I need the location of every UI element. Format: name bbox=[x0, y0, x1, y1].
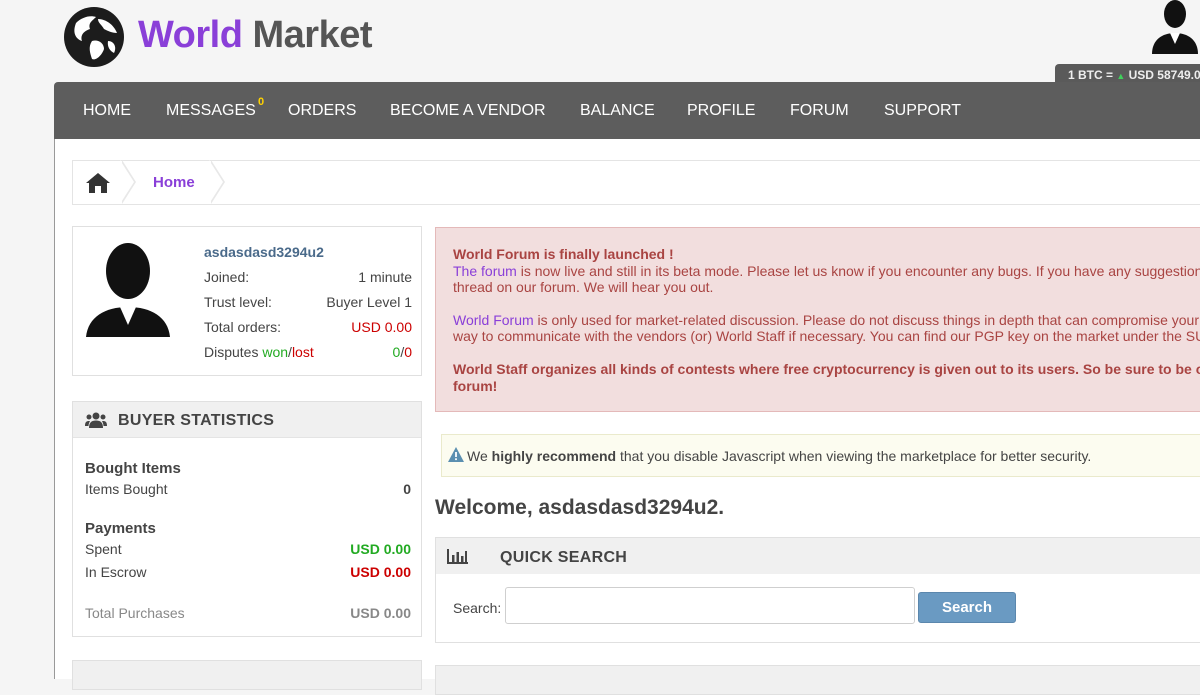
users-icon bbox=[85, 412, 107, 428]
alert-line-3: World Forum is only used for market-rela… bbox=[453, 312, 1200, 328]
world-forum-link[interactable]: World Forum bbox=[453, 312, 534, 328]
forum-announcement-alert: World Forum is finally launched ! The fo… bbox=[435, 227, 1200, 412]
total-purchases-label: Total Purchases bbox=[85, 605, 185, 621]
quick-search-panel: QUICK SEARCH Search: Search bbox=[435, 537, 1200, 643]
nav-support[interactable]: SUPPORT bbox=[884, 82, 961, 139]
alert-title: World Forum is finally launched ! bbox=[453, 246, 674, 262]
search-label: Search: bbox=[453, 600, 502, 616]
breadcrumb-separator bbox=[120, 160, 134, 204]
disputes-won-label: won bbox=[262, 344, 289, 360]
next-panel-header-right bbox=[435, 665, 1200, 695]
orders-value: USD 0.00 bbox=[351, 319, 412, 335]
items-bought-row: Items Bought 0 bbox=[85, 481, 411, 497]
spent-label: Spent bbox=[85, 541, 122, 557]
spent-value: USD 0.00 bbox=[350, 541, 411, 557]
next-panel-header bbox=[72, 660, 422, 690]
site-logo-text[interactable]: World Market bbox=[138, 14, 373, 57]
logo-word-market: Market bbox=[252, 14, 373, 56]
warning-text-pre: We bbox=[467, 448, 492, 464]
alert-line-4: way to communicate with the vendors (or)… bbox=[453, 328, 1200, 344]
profile-disputes-row: Disputes won/lost 0/0 bbox=[204, 344, 412, 360]
forum-link[interactable]: The forum bbox=[453, 263, 517, 279]
items-bought-label: Items Bought bbox=[85, 481, 168, 497]
profile-trust-row: Trust level: Buyer Level 1 bbox=[204, 294, 412, 310]
breadcrumb-separator bbox=[209, 160, 223, 204]
escrow-label: In Escrow bbox=[85, 564, 147, 580]
buyer-statistics-header: BUYER STATISTICS bbox=[73, 402, 421, 438]
quick-search-title: QUICK SEARCH bbox=[500, 549, 628, 566]
profile-avatar-icon bbox=[86, 243, 170, 337]
total-purchases-row: Total Purchases USD 0.00 bbox=[85, 605, 411, 621]
main-navbar: HOME MESSAGES 0 ORDERS BECOME A VENDOR B… bbox=[54, 82, 1200, 139]
alert-line-3-text: is only used for market-related discussi… bbox=[537, 312, 1200, 328]
nav-messages[interactable]: MESSAGES bbox=[166, 82, 256, 139]
trust-value: Buyer Level 1 bbox=[326, 294, 412, 310]
up-arrow-icon: ▲ bbox=[1116, 71, 1126, 81]
disputes-won-value: 0 bbox=[392, 344, 401, 360]
breadcrumb: Home bbox=[72, 160, 1200, 205]
warning-icon bbox=[448, 447, 464, 462]
payments-heading: Payments bbox=[85, 520, 156, 537]
items-bought-value: 0 bbox=[403, 481, 411, 497]
search-button[interactable]: Search bbox=[918, 592, 1016, 623]
user-avatar-icon[interactable] bbox=[1150, 0, 1200, 54]
buyer-statistics-panel: BUYER STATISTICS Bought Items Items Boug… bbox=[72, 401, 422, 637]
home-icon[interactable] bbox=[85, 172, 111, 194]
warning-text-post: that you disable Javascript when viewing… bbox=[616, 448, 1092, 464]
bought-items-heading: Bought Items bbox=[85, 460, 181, 477]
breadcrumb-home[interactable]: Home bbox=[153, 174, 195, 191]
alert-line-5: World Staff organizes all kinds of conte… bbox=[453, 361, 1200, 377]
nav-home[interactable]: HOME bbox=[83, 82, 131, 139]
quick-search-header: QUICK SEARCH bbox=[436, 538, 1200, 574]
profile-username[interactable]: asdasdasd3294u2 bbox=[204, 244, 324, 260]
search-input[interactable] bbox=[505, 587, 915, 624]
welcome-heading: Welcome, asdasdasd3294u2. bbox=[435, 496, 725, 519]
alert-line-2: thread on our forum. We will hear you ou… bbox=[453, 279, 714, 295]
disputes-values: 0/0 bbox=[392, 344, 412, 360]
disputes-lost-value: 0 bbox=[404, 344, 412, 360]
btc-rate-prefix: 1 BTC = bbox=[1068, 68, 1117, 82]
nav-forum[interactable]: FORUM bbox=[790, 82, 849, 139]
warning-text: We highly recommend that you disable Jav… bbox=[467, 448, 1091, 464]
joined-label: Joined: bbox=[204, 269, 250, 285]
logo-word-world: World bbox=[138, 14, 243, 56]
total-purchases-value: USD 0.00 bbox=[350, 605, 411, 621]
disputes-lost-label: lost bbox=[291, 344, 314, 360]
alert-line-1-text: is now live and still in its beta mode. … bbox=[520, 263, 1200, 279]
btc-rate-value: USD 58749.0 bbox=[1128, 68, 1200, 82]
escrow-value: USD 0.00 bbox=[350, 564, 411, 580]
trust-label: Trust level: bbox=[204, 294, 272, 310]
nav-become-vendor[interactable]: BECOME A VENDOR bbox=[390, 82, 546, 139]
disputes-label: Disputes bbox=[204, 344, 259, 360]
javascript-warning: We highly recommend that you disable Jav… bbox=[441, 434, 1200, 477]
site-header: World Market 1 BTC = ▲ USD 58749.0 bbox=[0, 0, 1200, 86]
profile-orders-row: Total orders: USD 0.00 bbox=[204, 319, 412, 335]
orders-label: Total orders: bbox=[204, 319, 282, 335]
globe-logo-icon[interactable] bbox=[62, 5, 126, 69]
nav-orders[interactable]: ORDERS bbox=[288, 82, 356, 139]
profile-card: asdasdasd3294u2 Joined: 1 minute Trust l… bbox=[72, 226, 422, 376]
nav-profile[interactable]: PROFILE bbox=[687, 82, 755, 139]
alert-line-6: forum! bbox=[453, 378, 498, 394]
nav-balance[interactable]: BALANCE bbox=[580, 82, 655, 139]
spent-row: Spent USD 0.00 bbox=[85, 541, 411, 557]
messages-count-badge: 0 bbox=[258, 96, 265, 108]
alert-line-1: The forum is now live and still in its b… bbox=[453, 263, 1200, 279]
escrow-row: In Escrow USD 0.00 bbox=[85, 564, 411, 580]
bar-chart-icon bbox=[447, 549, 468, 564]
buyer-statistics-title: BUYER STATISTICS bbox=[118, 412, 275, 429]
profile-joined-row: Joined: 1 minute bbox=[204, 269, 412, 285]
warning-text-strong: highly recommend bbox=[491, 448, 617, 464]
joined-value: 1 minute bbox=[358, 269, 412, 285]
